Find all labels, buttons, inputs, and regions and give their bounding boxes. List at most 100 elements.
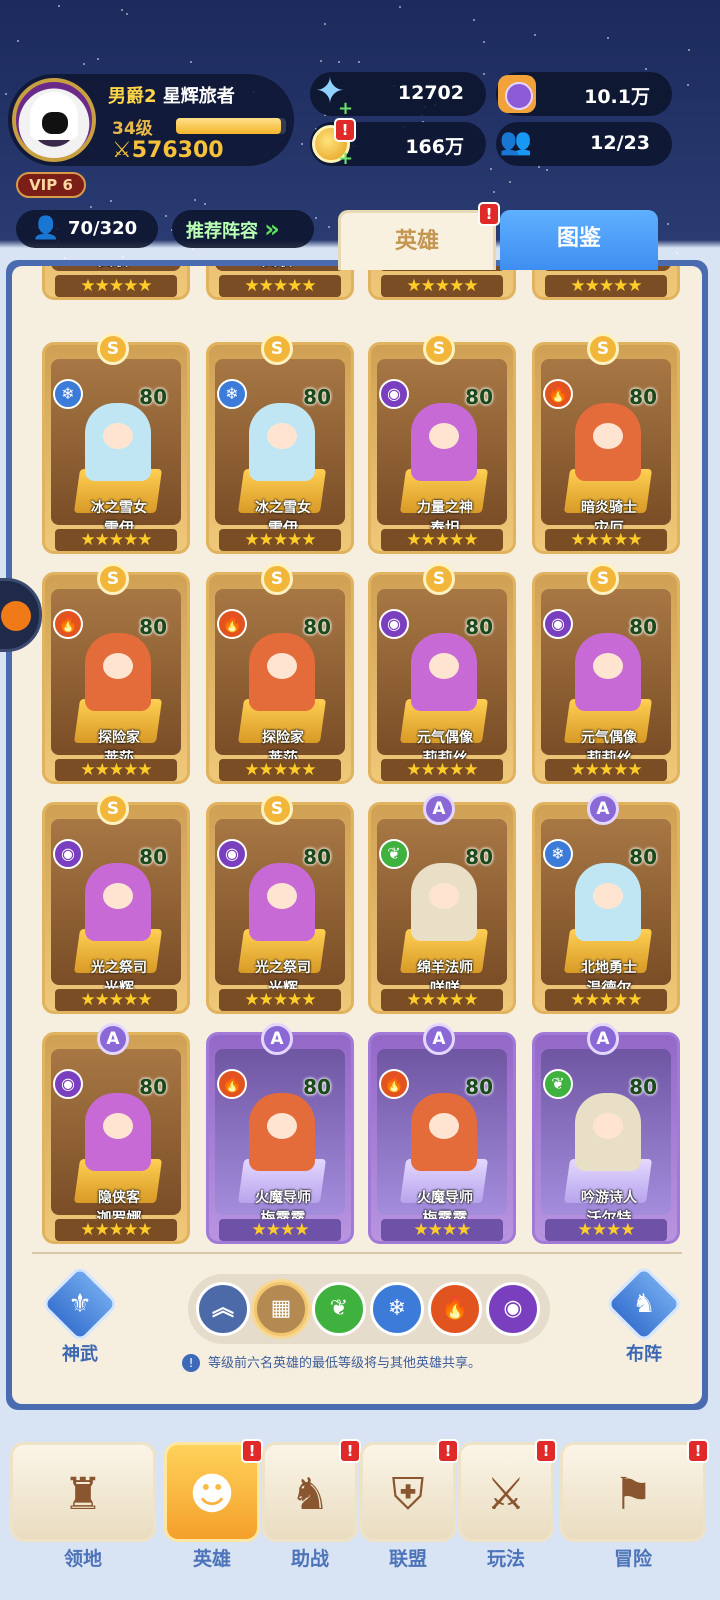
hero-card[interactable]: 🔥 80 探险家 莱莎 S ★★★★★ (206, 563, 354, 784)
shenwu-button[interactable]: ⚜ 神武 (40, 1264, 120, 1366)
rank-badge: S (97, 333, 129, 365)
lineup-button[interactable]: ♞ 布阵 (604, 1264, 684, 1366)
hero-card[interactable]: ◉ 80 力量之神 泰坦 S ★★★★★ (368, 333, 516, 554)
nav-gameplay[interactable]: ⚔! 玩法 (458, 1439, 557, 1571)
hero-card[interactable]: ◉ 80 隐侠客 迦罗娜 A ★★★★★ (42, 1023, 190, 1244)
hero-stars: ★★★★★ (219, 529, 341, 551)
stars-resource[interactable]: ✦ + 12702 (310, 71, 486, 119)
star-dot (534, 34, 536, 36)
rank-badge: S (97, 793, 129, 825)
alert-badge: ! (478, 202, 500, 226)
hero-card[interactable]: 🔥 80 火魔导师 梅露露 A ★★★★ (368, 1023, 516, 1244)
alert-badge: ! (241, 1439, 263, 1463)
purple-resource[interactable]: 10.1万 (496, 72, 672, 116)
hero-stars: ★★★★★ (219, 989, 341, 1011)
level-share-hint: ! 等级前六名英雄的最低等级将与其他英雄共享。 (182, 1352, 481, 1372)
star-dot (315, 217, 317, 219)
hero-card-partial[interactable]: 文职★★★★★ (42, 266, 190, 300)
hero-sprite (411, 633, 477, 711)
vip-badge[interactable]: VIP 6 (16, 172, 86, 198)
element-ice-icon: ❄ (53, 379, 83, 409)
avatar[interactable] (12, 78, 96, 162)
rank-badge: S (97, 563, 129, 595)
hero-card[interactable]: ◉ 80 光之祭司 光辉 S ★★★★★ (206, 793, 354, 1014)
hero-level: 80 (139, 615, 167, 639)
hero-card[interactable]: 🔥 80 暗炎骑士 灾厄 S ★★★★★ (532, 333, 680, 554)
hero-stars: ★★★★★ (545, 759, 667, 781)
rank-badge: S (261, 333, 293, 365)
rank-badge: A (97, 1023, 129, 1055)
friends-resource[interactable]: 👥 12/23 (496, 122, 672, 166)
hero-stars: ★★★★★ (545, 275, 667, 297)
hero-card-partial[interactable]: 文职★★★★★ (368, 266, 516, 300)
tab-heroes[interactable]: 英雄 (338, 210, 496, 270)
player-profile[interactable]: 男爵2 星辉旅者 34级 ⚔576300 (8, 74, 294, 166)
nav-adventure[interactable]: ⚑! 冒险 (560, 1439, 709, 1571)
alert-badge: ! (334, 118, 356, 142)
player-level: 34级 (112, 119, 153, 139)
filter-all-button[interactable]: ︽ (196, 1282, 250, 1336)
recommend-label: 推荐阵容 (186, 221, 258, 242)
element-dark-icon: ◉ (217, 839, 247, 869)
tab-codex[interactable]: 图鉴 (500, 210, 658, 270)
nav-assist[interactable]: ♞! 助战 (262, 1439, 361, 1571)
star-dot (688, 49, 690, 51)
hero-stars: ★★★★★ (55, 529, 177, 551)
nav-label: 领地 (63, 1548, 102, 1570)
hero-portrait-bg: ◉ 80 光之祭司 光辉 (215, 819, 345, 997)
nav-hero[interactable]: ☻! 英雄 (164, 1439, 263, 1571)
nav-alliance[interactable]: ⛨! 联盟 (360, 1439, 459, 1571)
hero-card[interactable]: ◉ 80 元气偶像 莉莉丝 S ★★★★★ (368, 563, 516, 784)
rank-badge: S (261, 563, 293, 595)
hero-card[interactable]: ◉ 80 元气偶像 莉莉丝 S ★★★★★ (532, 563, 680, 784)
star-dot (320, 60, 322, 62)
hero-sprite (249, 403, 315, 481)
hero-level: 80 (303, 385, 331, 409)
hero-card-partial[interactable]: 文职★★★★★ (532, 266, 680, 300)
hero-card[interactable]: ❄ 80 冰之雪女 雪伊 S ★★★★★ (206, 333, 354, 554)
star-dot (473, 19, 475, 21)
hero-title: 火魔导师 (417, 1190, 473, 1206)
hero-sprite (575, 633, 641, 711)
hero-sprite (411, 863, 477, 941)
rank-badge: S (261, 793, 293, 825)
hero-card[interactable]: 🔥 80 探险家 莱莎 S ★★★★★ (42, 563, 190, 784)
hero-level: 80 (629, 615, 657, 639)
filter-dark-button[interactable]: ◉ (486, 1282, 540, 1336)
hero-sprite (411, 403, 477, 481)
hero-card[interactable]: ❦ 80 吟游诗人 沃尔特 A ★★★★ (532, 1023, 680, 1244)
filter-nature-button[interactable]: ❦ (312, 1282, 366, 1336)
hero-stars: ★★★★ (545, 1219, 667, 1241)
hero-card[interactable]: ◉ 80 光之祭司 光辉 S ★★★★★ (42, 793, 190, 1014)
hero-sprite (411, 1093, 477, 1171)
hero-card[interactable]: 🔥 80 火魔导师 梅露露 A ★★★★ (206, 1023, 354, 1244)
plus-icon[interactable]: + (338, 98, 353, 119)
hero-level: 80 (629, 385, 657, 409)
stars-value: 12702 (397, 82, 464, 104)
alert-badge: ! (339, 1439, 361, 1463)
hero-name: 文职 (209, 266, 345, 270)
hero-portrait-bg: 🔥 80 火魔导师 梅露露 (215, 1049, 345, 1227)
star-dot (165, 215, 167, 217)
hero-card[interactable]: ❦ 80 绵羊法师 咩咩 A ★★★★★ (368, 793, 516, 1014)
alert-badge: ! (687, 1439, 709, 1463)
element-ice-icon: ❄ (543, 839, 573, 869)
hero-card[interactable]: ❄ 80 北地勇士 温德尔 A ★★★★★ (532, 793, 680, 1014)
element-ice-icon: ❄ (217, 379, 247, 409)
hero-card[interactable]: ❄ 80 冰之雪女 雪伊 S ★★★★★ (42, 333, 190, 554)
filter-fire-button[interactable]: 🔥 (428, 1282, 482, 1336)
hero-sprite (85, 633, 151, 711)
nav-castle[interactable]: ♜ 领地 (10, 1442, 156, 1571)
hero-portrait-bg: 🔥 80 探险家 莱莎 (51, 589, 181, 767)
plus-icon[interactable]: + (338, 148, 353, 169)
filter-ice-button[interactable]: ❄ (370, 1282, 424, 1336)
castle-icon: ♜ (63, 1469, 103, 1520)
recommend-lineup-button[interactable]: 推荐阵容 » (172, 210, 314, 248)
filter-grid-button[interactable]: ▦ (254, 1282, 308, 1336)
hero-grid[interactable]: 文职★★★★★文职★★★★★文职★★★★★文职★★★★★❄80冰之雪女雪伊S★★… (12, 266, 702, 1256)
rank-badge: S (423, 333, 455, 365)
hero-title: 元气偶像 (581, 730, 637, 746)
hero-card-partial[interactable]: 文职★★★★★ (206, 266, 354, 300)
exp-bar (176, 118, 286, 134)
hero-title: 火魔导师 (255, 1190, 311, 1206)
